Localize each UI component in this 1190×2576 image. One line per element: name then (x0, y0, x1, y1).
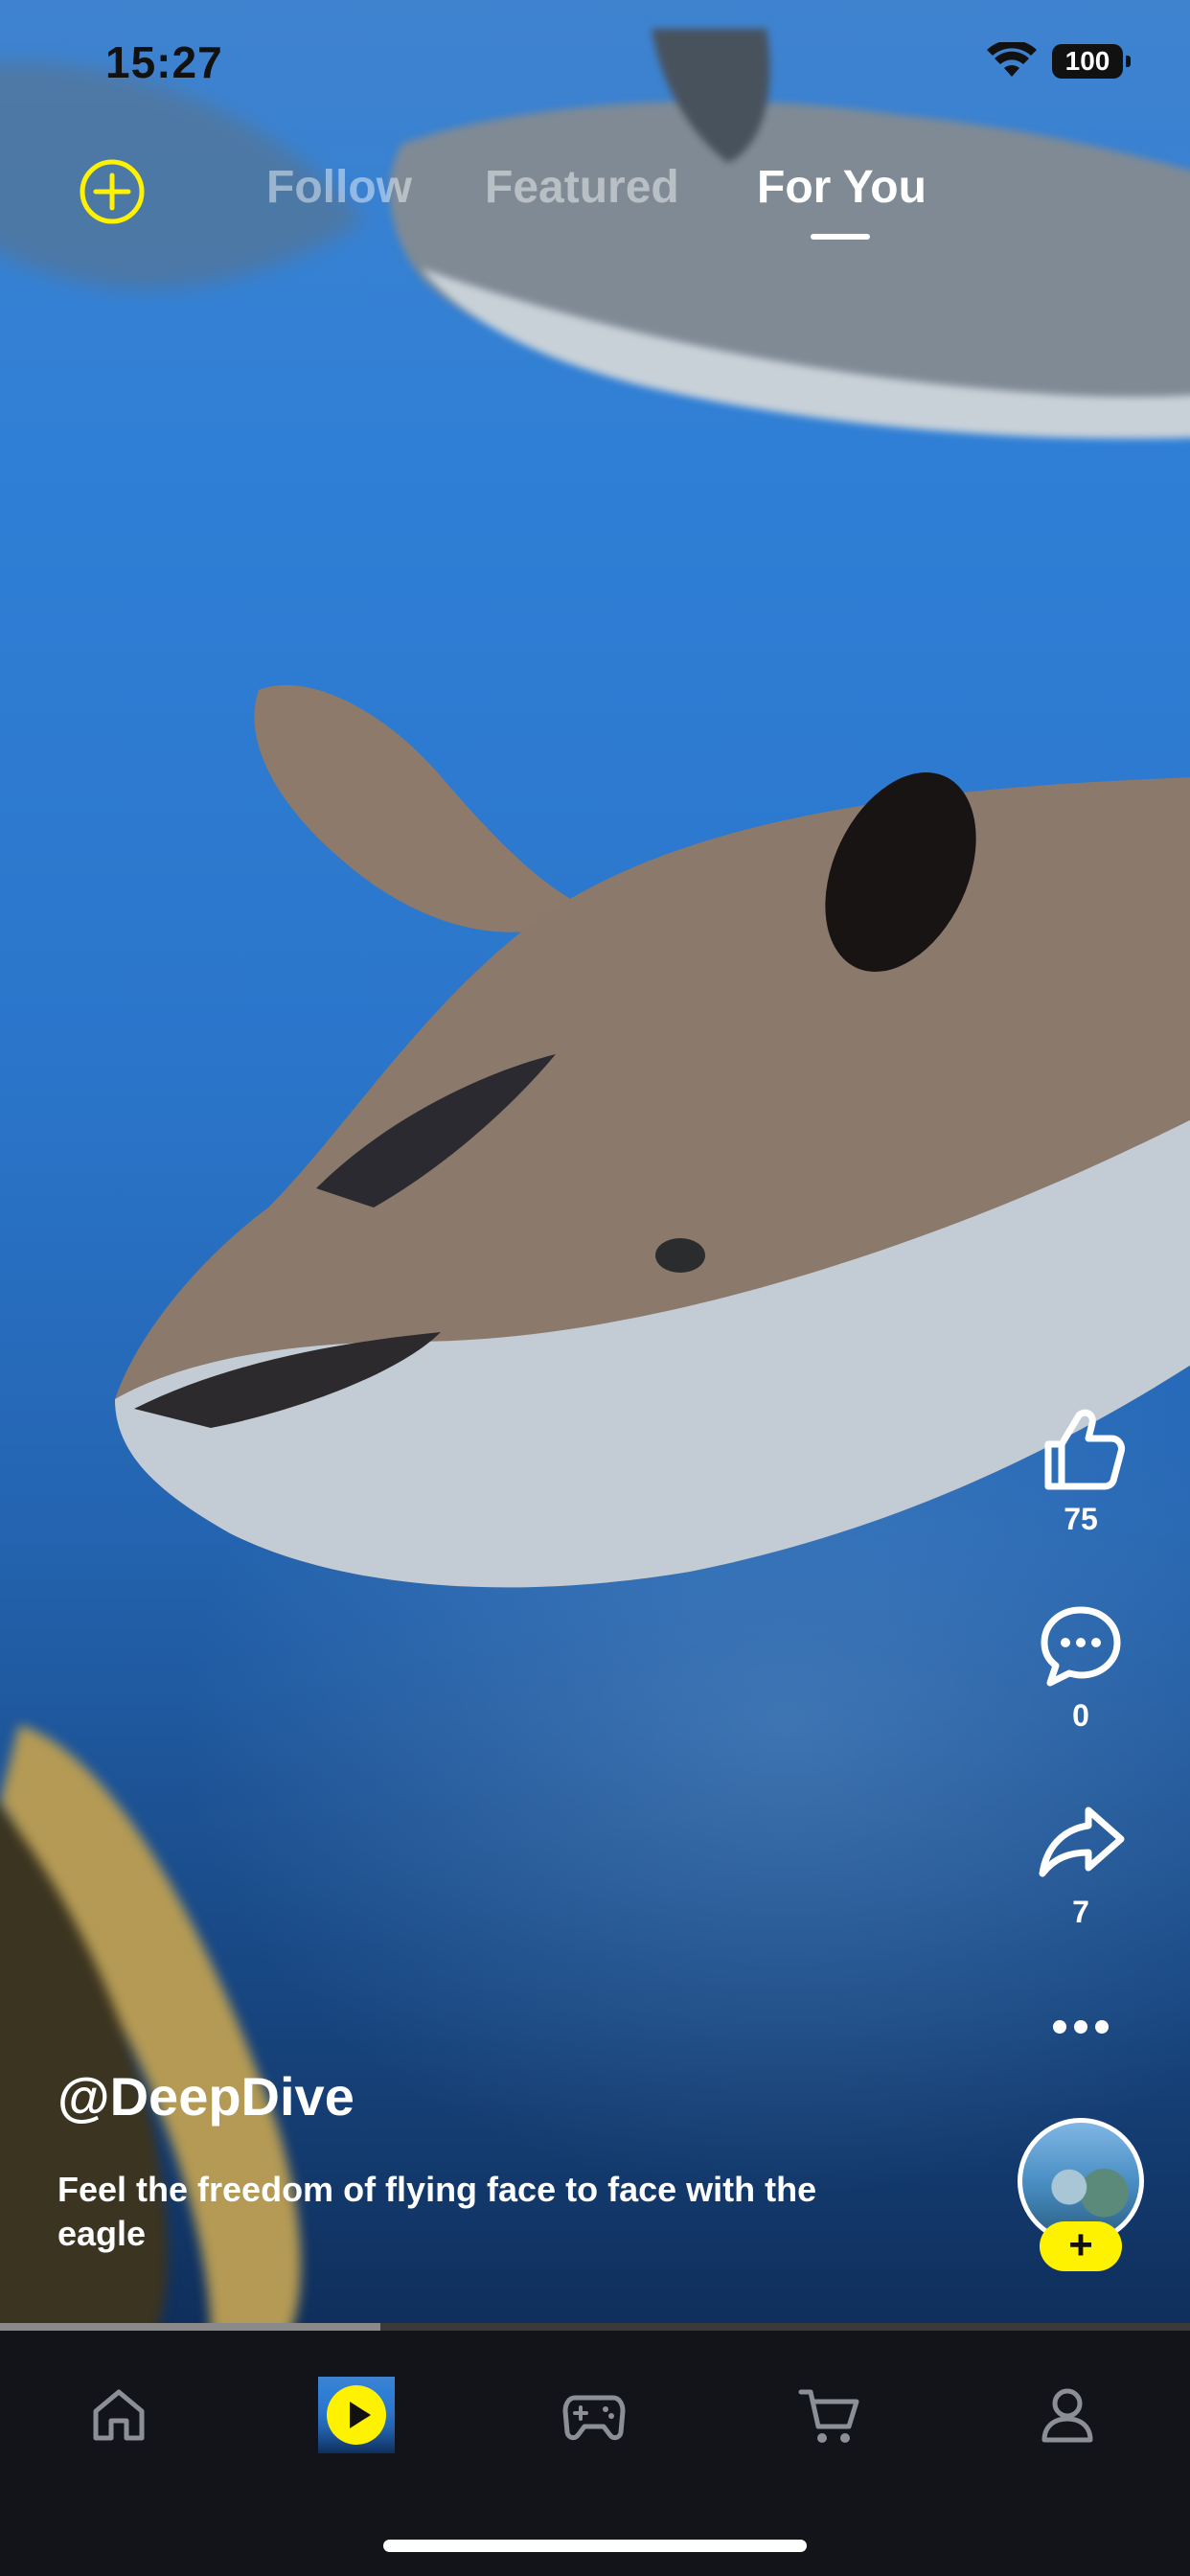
share-button[interactable]: 7 (1014, 1797, 1148, 1930)
like-count: 75 (1064, 1502, 1098, 1536)
cart-icon (798, 2389, 859, 2443)
share-count: 7 (1072, 1895, 1089, 1929)
video-progress-bar[interactable] (0, 2323, 1190, 2331)
tab-profile[interactable] (1029, 2377, 1106, 2453)
home-icon (93, 2389, 145, 2441)
tab-for-you[interactable]: For You (757, 161, 927, 214)
tab-home[interactable] (80, 2377, 157, 2453)
comment-count: 0 (1072, 1698, 1089, 1733)
battery-icon: 100 (1052, 44, 1131, 79)
more-options-button[interactable] (1014, 2008, 1148, 2046)
profile-icon (1041, 2388, 1093, 2443)
comment-button[interactable]: 0 (1014, 1600, 1148, 1734)
tab-featured[interactable]: Featured (485, 161, 679, 214)
thumbs-up-icon (1044, 1409, 1125, 1490)
post-caption: Feel the freedom of flying face to face … (57, 2170, 817, 2253)
plus-circle-icon[interactable] (79, 158, 146, 225)
status-bar: 15:27 100 (0, 0, 1190, 134)
active-tab-indicator (811, 234, 870, 240)
tab-shop[interactable] (791, 2377, 868, 2453)
tab-games[interactable] (556, 2377, 632, 2453)
gamepad-icon (562, 2395, 626, 2441)
video-progress-fill (0, 2323, 381, 2331)
more-dots-icon (1053, 2020, 1109, 2034)
comment-bubble-icon (1041, 1606, 1121, 1687)
like-button[interactable]: 75 (1014, 1404, 1148, 1537)
tab-video[interactable] (318, 2377, 395, 2453)
tab-follow[interactable]: Follow (266, 161, 412, 214)
app-screen: 15:27 100 Follow Featured For You 75 0 7… (0, 0, 1190, 2576)
share-arrow-icon (1039, 1806, 1125, 1877)
battery-level: 100 (1064, 46, 1110, 76)
status-time: 15:27 (105, 37, 223, 87)
video-player[interactable] (0, 0, 1190, 2323)
home-indicator (383, 2540, 807, 2552)
post-username[interactable]: @DeepDive (57, 2065, 355, 2128)
play-icon (327, 2385, 386, 2445)
follow-plus-button[interactable]: + (1040, 2221, 1122, 2271)
creator-avatar-button[interactable]: + (1014, 2118, 1148, 2281)
wifi-icon (987, 42, 1037, 77)
